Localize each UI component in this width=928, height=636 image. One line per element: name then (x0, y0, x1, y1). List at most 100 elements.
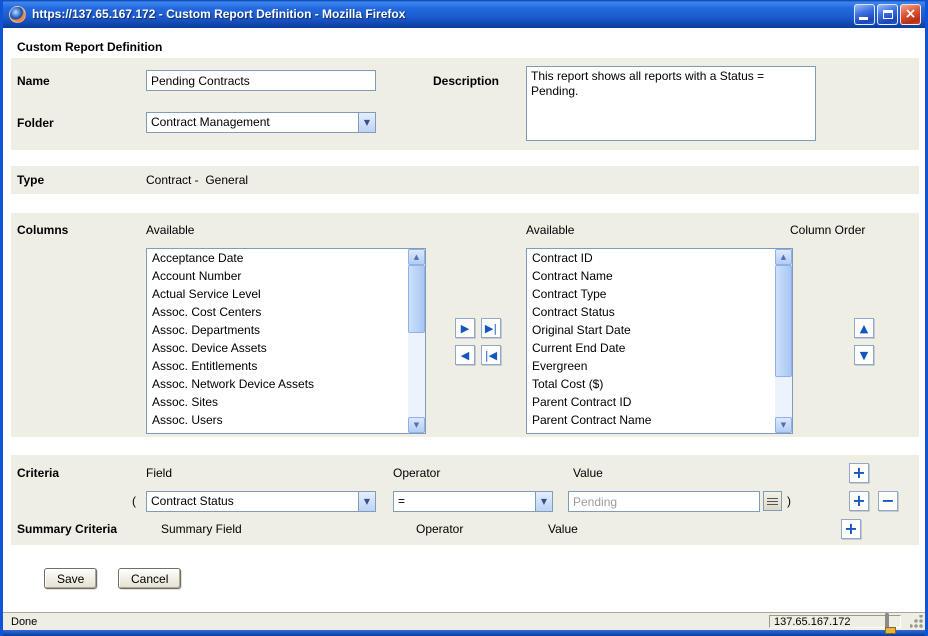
summary-value-label: Value (548, 522, 578, 536)
move-all-right-icon: ▶| (485, 323, 497, 334)
list-item[interactable]: Contract ID (527, 249, 775, 267)
list-item[interactable]: Contract Status (527, 303, 775, 321)
scroll-up-icon[interactable]: ▲ (775, 249, 792, 265)
minimize-button[interactable] (854, 4, 875, 25)
cancel-button[interactable]: Cancel (118, 568, 181, 589)
criteria-add-group-button[interactable]: + (849, 463, 869, 483)
page-title: Custom Report Definition (17, 40, 162, 54)
criteria-add-button[interactable]: + (849, 491, 869, 511)
list-item[interactable]: Actual Service Level (147, 285, 408, 303)
move-right-button[interactable]: ▶ (455, 318, 475, 338)
available-columns-listbox[interactable]: Acceptance DateAccount NumberActual Serv… (146, 248, 426, 434)
firefox-icon (9, 6, 26, 23)
criteria-operator-select[interactable]: = ▼ (393, 491, 553, 512)
selected-columns-listbox[interactable]: Contract IDContract NameContract TypeCon… (526, 248, 793, 434)
status-text: Done (11, 616, 37, 628)
scrollbar[interactable]: ▲ ▼ (775, 249, 792, 433)
security-status-panel: 137.65.167.172 (769, 615, 901, 628)
window-frame-bottom (3, 630, 925, 636)
maximize-icon (883, 10, 893, 19)
close-button[interactable]: × (900, 4, 921, 25)
minus-icon: − (881, 493, 894, 509)
name-input[interactable] (146, 70, 376, 91)
criteria-value-input[interactable] (568, 491, 760, 512)
chevron-down-icon[interactable]: ▼ (358, 492, 375, 511)
list-item[interactable]: Assoc. Users (147, 411, 408, 429)
type-value: Contract - General (146, 173, 248, 187)
folder-label: Folder (17, 116, 54, 130)
list-item[interactable]: Current End Date (527, 339, 775, 357)
list-item[interactable]: Original Start Date (527, 321, 775, 339)
list-item[interactable]: Assoc. Network Device Assets (147, 375, 408, 393)
close-icon: × (905, 7, 917, 21)
summary-add-button[interactable]: + (841, 519, 861, 539)
list-item[interactable]: Parent Contract Name (527, 411, 775, 429)
window-title: https://137.65.167.172 - Custom Report D… (32, 7, 854, 21)
minimize-icon (859, 17, 868, 20)
list-item[interactable]: Evergreen (527, 357, 775, 375)
title-bar[interactable]: https://137.65.167.172 - Custom Report D… (3, 0, 925, 28)
status-bar: Done 137.65.167.172 (3, 612, 925, 630)
save-button[interactable]: Save (44, 568, 97, 589)
list-item[interactable]: Total Cost ($) (527, 375, 775, 393)
plus-icon: + (852, 493, 865, 509)
list-item[interactable]: Acceptance Date (147, 249, 408, 267)
lock-icon[interactable] (885, 615, 896, 628)
scroll-down-icon[interactable]: ▼ (408, 417, 425, 433)
list-item[interactable]: Assoc. Device Assets (147, 339, 408, 357)
maximize-button[interactable] (877, 4, 898, 25)
resize-grip[interactable] (910, 615, 923, 628)
scrollbar-thumb[interactable] (408, 265, 425, 333)
list-item[interactable]: Assoc. Entitlements (147, 357, 408, 375)
move-left-icon: ◀ (461, 350, 469, 361)
criteria-operator-value: = (394, 492, 535, 511)
browser-window: https://137.65.167.172 - Custom Report D… (0, 0, 928, 636)
description-textarea[interactable]: This report shows all reports with a Sta… (526, 66, 816, 141)
columns-label: Columns (17, 223, 68, 237)
type-label: Type (17, 173, 44, 187)
available-columns-label: Available (146, 223, 194, 237)
summary-field-label: Summary Field (161, 522, 242, 536)
list-item[interactable]: Assoc. Departments (147, 321, 408, 339)
criteria-remove-button[interactable]: − (878, 491, 898, 511)
move-all-left-icon: |◀ (485, 350, 497, 361)
list-item[interactable]: Contract Name (527, 267, 775, 285)
criteria-field-select[interactable]: Contract Status ▼ (146, 491, 376, 512)
chevron-down-icon[interactable]: ▼ (535, 492, 552, 511)
list-item[interactable]: Assoc. Sites (147, 393, 408, 411)
scrollbar-thumb[interactable] (775, 265, 792, 377)
summary-criteria-label: Summary Criteria (17, 522, 117, 536)
folder-select[interactable]: Contract Management ▼ (146, 112, 376, 133)
list-item[interactable]: Account Number (147, 267, 408, 285)
selected-columns-label: Available (526, 223, 574, 237)
status-host: 137.65.167.172 (774, 616, 850, 628)
criteria-operator-label: Operator (393, 466, 440, 480)
column-order-down-button[interactable]: ▼ (854, 345, 874, 365)
list-item[interactable]: Contract Type (527, 285, 775, 303)
list-item[interactable]: Assoc. Cost Centers (147, 303, 408, 321)
value-lookup-button[interactable] (763, 491, 782, 511)
move-all-left-button[interactable]: |◀ (481, 345, 501, 365)
open-paren: ( (132, 494, 136, 508)
move-left-button[interactable]: ◀ (455, 345, 475, 365)
criteria-field-label: Field (146, 466, 172, 480)
arrow-up-icon: ▲ (860, 323, 868, 334)
plus-icon: + (844, 521, 857, 537)
scrollbar[interactable]: ▲ ▼ (408, 249, 425, 433)
list-item[interactable]: Parent Contract ID (527, 393, 775, 411)
close-paren: ) (787, 494, 791, 508)
scroll-down-icon[interactable]: ▼ (775, 417, 792, 433)
column-order-up-button[interactable]: ▲ (854, 318, 874, 338)
chevron-down-icon[interactable]: ▼ (358, 113, 375, 132)
criteria-field-value: Contract Status (147, 492, 358, 511)
move-all-right-button[interactable]: ▶| (481, 318, 501, 338)
scroll-up-icon[interactable]: ▲ (408, 249, 425, 265)
column-order-label: Column Order (790, 223, 865, 237)
folder-selected-value: Contract Management (147, 113, 358, 132)
criteria-value-label: Value (573, 466, 603, 480)
move-right-icon: ▶ (461, 323, 469, 334)
arrow-down-icon: ▼ (860, 350, 868, 361)
summary-operator-label: Operator (416, 522, 463, 536)
page-content: Custom Report Definition Name Descriptio… (3, 28, 925, 612)
name-label: Name (17, 74, 50, 88)
